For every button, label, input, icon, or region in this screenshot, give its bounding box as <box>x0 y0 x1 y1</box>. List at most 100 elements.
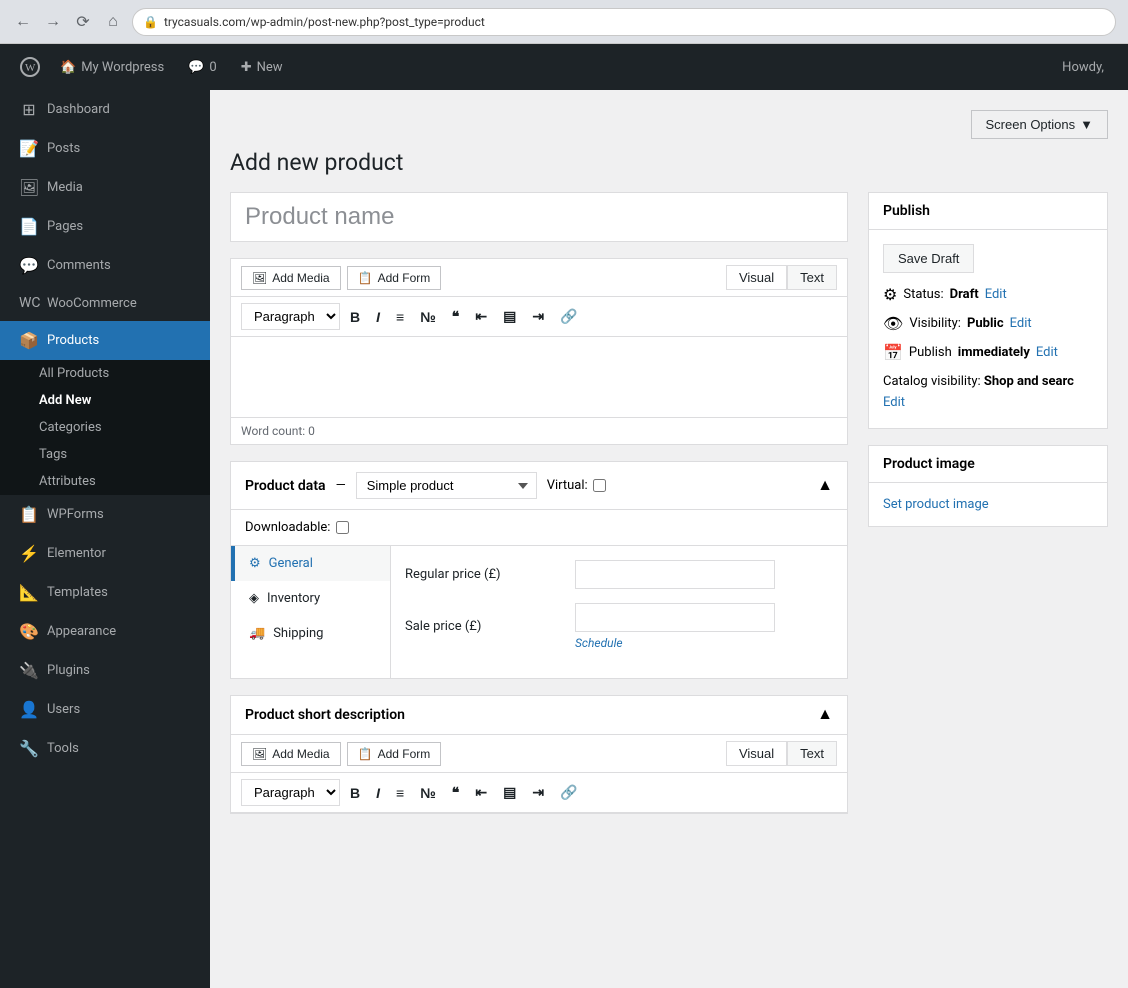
downloadable-label: Downloadable: <box>245 520 330 535</box>
refresh-button[interactable]: ⟳ <box>72 11 94 33</box>
set-product-image-link[interactable]: Set product image <box>883 497 989 512</box>
short-desc-quote[interactable]: ❝ <box>446 780 466 805</box>
sidebar-label-users: Users <box>47 702 80 717</box>
form-icon-btn: 📋 <box>358 271 373 285</box>
short-desc-align-left[interactable]: ⇤ <box>469 780 493 805</box>
product-tabs: ⚙ General ◈ Inventory 🚚 Shipping <box>231 546 391 678</box>
schedule-link[interactable]: Schedule <box>575 636 775 650</box>
downloadable-checkbox[interactable] <box>336 521 349 534</box>
align-left-button[interactable]: ⇤ <box>469 304 493 329</box>
status-edit-link[interactable]: Edit <box>985 287 1007 302</box>
short-desc-ol[interactable]: № <box>414 781 442 805</box>
back-button[interactable]: ← <box>12 11 34 33</box>
sidebar-item-elementor[interactable]: ⚡ Elementor <box>0 534 210 573</box>
lock-icon: 🔒 <box>143 15 158 29</box>
bold-button[interactable]: B <box>344 305 366 329</box>
short-desc-form-icon: 📋 <box>358 747 373 761</box>
screen-options-button[interactable]: Screen Options ▼ <box>971 110 1108 139</box>
italic-button[interactable]: I <box>370 305 386 329</box>
short-desc-align-right[interactable]: ⇥ <box>526 780 550 805</box>
tab-shipping[interactable]: 🚚 Shipping <box>231 616 390 651</box>
regular-price-label: Regular price (£) <box>405 567 565 582</box>
product-data-collapse[interactable]: ▲ <box>817 477 833 495</box>
sidebar-item-comments[interactable]: 💬 Comments <box>0 246 210 285</box>
sidebar-label-tools: Tools <box>47 741 79 756</box>
catalog-visibility-value: Shop and searc <box>984 374 1074 389</box>
regular-price-input[interactable] <box>575 560 775 589</box>
text-tab[interactable]: Text <box>787 265 837 290</box>
sidebar-item-categories[interactable]: Categories <box>0 414 210 441</box>
short-desc-bold[interactable]: B <box>344 781 366 805</box>
tab-inventory[interactable]: ◈ Inventory <box>231 581 390 616</box>
sidebar-item-posts[interactable]: 📝 Posts <box>0 129 210 168</box>
sidebar-item-woocommerce[interactable]: WC WooCommerce <box>0 285 210 321</box>
virtual-checkbox[interactable] <box>593 479 606 492</box>
screen-options-label: Screen Options <box>986 117 1076 132</box>
wp-logo[interactable]: W <box>12 49 48 85</box>
short-desc-align-center[interactable]: ▤ <box>497 780 522 805</box>
short-desc-add-form[interactable]: 📋 Add Form <box>347 742 442 766</box>
catalog-visibility-edit-link[interactable]: Edit <box>883 395 905 410</box>
new-link[interactable]: ✚ New <box>229 44 295 90</box>
short-desc-paragraph-select[interactable]: Paragraph <box>241 779 340 806</box>
sale-price-input[interactable] <box>575 603 775 632</box>
url-bar[interactable]: 🔒 trycasuals.com/wp-admin/post-new.php?p… <box>132 8 1116 36</box>
sidebar: ⊞ Dashboard 📝 Posts 🖼 Media 📄 Pages 💬 Co… <box>0 90 210 988</box>
forward-button[interactable]: → <box>42 11 64 33</box>
sidebar-item-users[interactable]: 👤 Users <box>0 690 210 729</box>
site-name: My Wordpress <box>81 60 164 75</box>
sidebar-item-templates[interactable]: 📐 Templates <box>0 573 210 612</box>
sidebar-item-tags[interactable]: Tags <box>0 441 210 468</box>
sidebar-item-wpforms[interactable]: 📋 WPForms <box>0 495 210 534</box>
my-wordpress-link[interactable]: 🏠 My Wordpress <box>48 44 176 90</box>
sidebar-item-media[interactable]: 🖼 Media <box>0 168 210 207</box>
publish-edit-link[interactable]: Edit <box>1036 345 1058 360</box>
visibility-edit-link[interactable]: Edit <box>1010 316 1032 331</box>
product-type-select[interactable]: Simple product Variable product Grouped … <box>356 472 537 499</box>
quote-button[interactable]: ❝ <box>446 304 466 329</box>
visual-text-tabs: Visual Text <box>726 265 837 290</box>
short-desc-visual-tab[interactable]: Visual <box>726 741 787 766</box>
product-data-body: ⚙ General ◈ Inventory 🚚 Shipping <box>231 546 847 678</box>
unordered-list-button[interactable]: ≡ <box>390 305 410 329</box>
wpforms-icon: 📋 <box>19 505 39 524</box>
sidebar-item-tools[interactable]: 🔧 Tools <box>0 729 210 768</box>
comments-link[interactable]: 💬 0 <box>176 44 229 90</box>
short-desc-ul[interactable]: ≡ <box>390 781 410 805</box>
tab-general[interactable]: ⚙ General <box>231 546 390 581</box>
short-desc-add-media[interactable]: 🖼 Add Media <box>241 742 341 766</box>
paragraph-select[interactable]: Paragraph <box>241 303 340 330</box>
product-image-body: Set product image <box>869 483 1107 526</box>
sidebar-item-attributes[interactable]: Attributes <box>0 468 210 495</box>
home-button[interactable]: ⌂ <box>102 11 124 33</box>
sidebar-item-products[interactable]: 📦 Products <box>0 321 210 360</box>
elementor-icon: ⚡ <box>19 544 39 563</box>
sidebar-label-all-products: All Products <box>39 366 109 381</box>
short-desc-collapse[interactable]: ▲ <box>817 706 833 724</box>
product-name-input[interactable] <box>230 192 848 242</box>
ordered-list-button[interactable]: № <box>414 305 442 329</box>
link-button[interactable]: 🔗 <box>554 304 583 329</box>
sidebar-label-media: Media <box>47 180 83 195</box>
sidebar-item-dashboard[interactable]: ⊞ Dashboard <box>0 90 210 129</box>
save-draft-button[interactable]: Save Draft <box>883 244 974 273</box>
visual-tab[interactable]: Visual <box>726 265 787 290</box>
editor-body[interactable] <box>231 337 847 417</box>
sidebar-item-all-products[interactable]: All Products <box>0 360 210 387</box>
align-center-button[interactable]: ▤ <box>497 304 522 329</box>
sidebar-item-plugins[interactable]: 🔌 Plugins <box>0 651 210 690</box>
short-desc-text-tab[interactable]: Text <box>787 741 837 766</box>
add-media-button[interactable]: 🖼 Add Media <box>241 266 341 290</box>
catalog-visibility-label: Catalog visibility: <box>883 374 981 389</box>
short-desc-link[interactable]: 🔗 <box>554 780 583 805</box>
visibility-label: Visibility: <box>909 316 961 331</box>
sidebar-submenu-products: All Products Add New Categories Tags Att… <box>0 360 210 495</box>
add-form-button[interactable]: 📋 Add Form <box>347 266 442 290</box>
plus-icon: ✚ <box>241 60 252 75</box>
sidebar-item-pages[interactable]: 📄 Pages <box>0 207 210 246</box>
sidebar-item-add-new[interactable]: Add New <box>0 387 210 414</box>
align-right-button[interactable]: ⇥ <box>526 304 550 329</box>
main-right: Publish Save Draft ⚙ Status: Draft Edit … <box>868 192 1108 543</box>
short-desc-italic[interactable]: I <box>370 781 386 805</box>
sidebar-item-appearance[interactable]: 🎨 Appearance <box>0 612 210 651</box>
